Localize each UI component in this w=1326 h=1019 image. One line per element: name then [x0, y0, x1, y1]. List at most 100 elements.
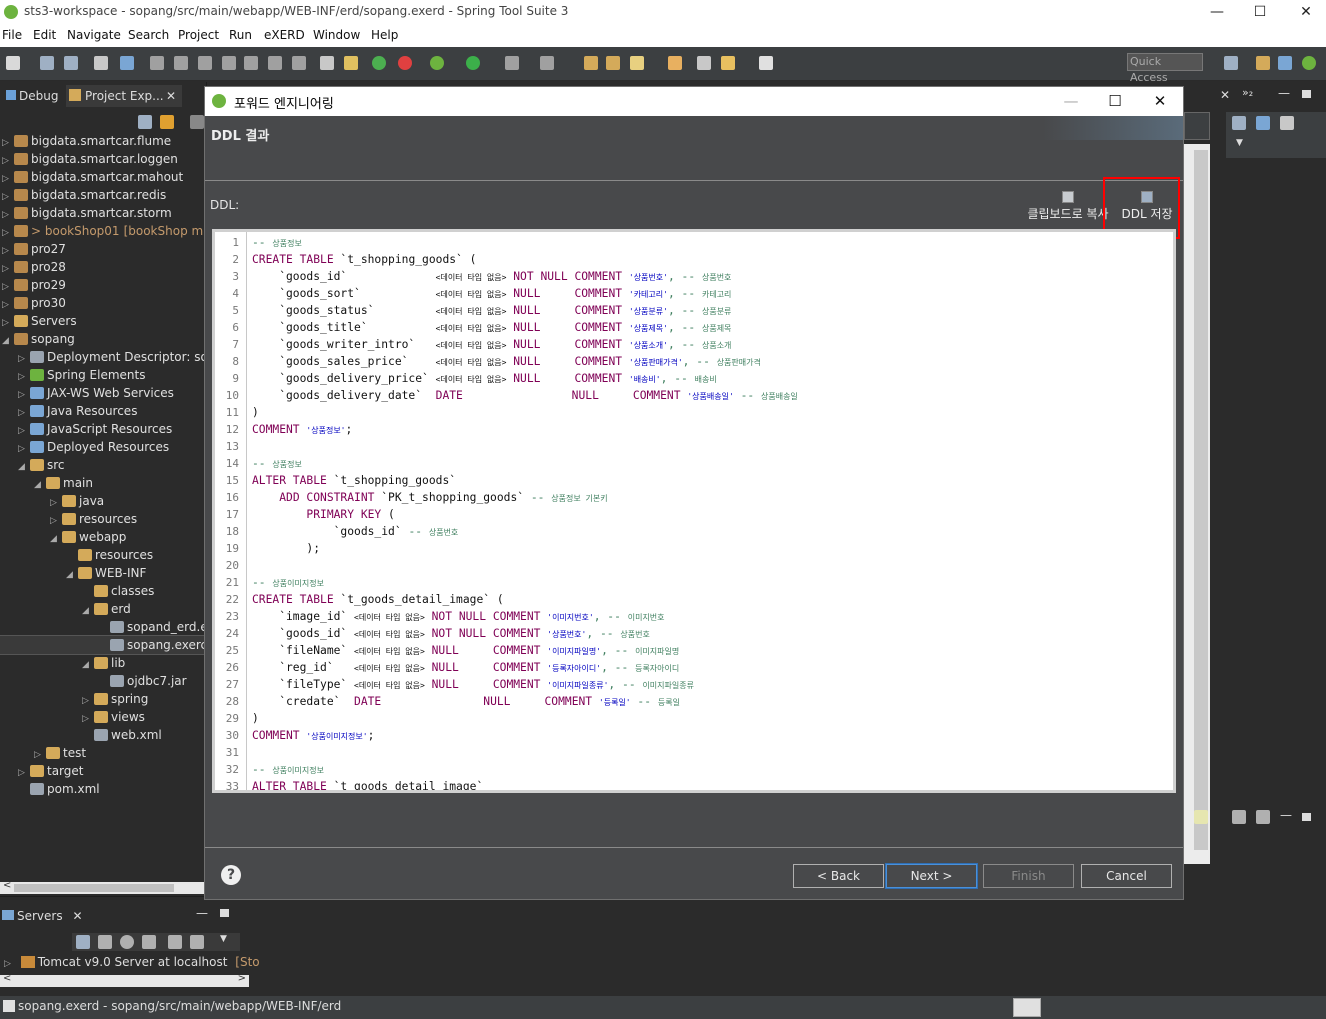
- category-icon[interactable]: [1280, 116, 1294, 130]
- tree-item[interactable]: ◢ lib: [82, 654, 125, 672]
- step-over-icon[interactable]: [268, 56, 282, 70]
- open-folder-icon[interactable]: [584, 56, 598, 70]
- tree-item[interactable]: ▷ pro29: [2, 276, 66, 294]
- java-ee-perspective-icon[interactable]: [1256, 56, 1270, 70]
- tree-item[interactable]: ▷ target: [18, 762, 84, 780]
- tree-item[interactable]: ▷ Deployment Descriptor: sop: [18, 348, 215, 366]
- terminate-icon[interactable]: [198, 56, 212, 70]
- resume-icon[interactable]: [150, 56, 164, 70]
- tree-item[interactable]: ▷ Spring Elements: [18, 366, 145, 384]
- tree-item[interactable]: ▷ pro28: [2, 258, 66, 276]
- pen-icon[interactable]: [630, 56, 644, 70]
- tree-item[interactable]: sopand_erd.e: [98, 618, 208, 636]
- chevron-down-icon[interactable]: ▼: [220, 934, 227, 944]
- next-button[interactable]: Next >: [885, 863, 978, 889]
- tree-item[interactable]: ▷ java: [50, 492, 104, 510]
- stop-server-icon[interactable]: [168, 935, 182, 949]
- menu-exerd[interactable]: eXERD: [264, 28, 305, 42]
- menu-navigate[interactable]: Navigate: [67, 28, 121, 42]
- save-icon[interactable]: [40, 56, 54, 70]
- console-icon[interactable]: [1232, 810, 1246, 824]
- collapse-arrow-icon[interactable]: ◢: [66, 566, 78, 584]
- copy-clipboard-button[interactable]: 클립보드로 복사: [1021, 191, 1115, 222]
- step-into-icon[interactable]: [244, 56, 258, 70]
- scroll-right-icon[interactable]: >: [238, 973, 246, 984]
- back-button[interactable]: < Back: [793, 864, 884, 888]
- close-button[interactable]: ✕: [1283, 0, 1326, 25]
- collapse-arrow-icon[interactable]: ◢: [34, 476, 46, 494]
- open-perspective-icon[interactable]: [1224, 56, 1238, 70]
- tree-item[interactable]: ◢ sopang: [2, 330, 75, 348]
- maximize-icon[interactable]: [1302, 813, 1311, 821]
- link-editor-icon[interactable]: [160, 115, 174, 129]
- tree-item[interactable]: ◢ WEB-INF: [66, 564, 146, 582]
- scroll-left-icon[interactable]: <: [3, 973, 11, 984]
- suspend-icon[interactable]: [174, 56, 188, 70]
- close-icon[interactable]: ✕: [72, 909, 82, 923]
- more-views-icon[interactable]: »₂: [1242, 86, 1253, 99]
- tree-item[interactable]: ◢ src: [18, 456, 65, 474]
- scroll-left-icon[interactable]: <: [3, 880, 11, 891]
- tree-item[interactable]: sopang.exerc: [0, 635, 207, 655]
- git-perspective-icon[interactable]: [1278, 56, 1292, 70]
- filter-icon[interactable]: [1256, 116, 1270, 130]
- tree-item[interactable]: ▷ resources: [50, 510, 137, 528]
- scroll-thumb[interactable]: [14, 884, 174, 892]
- disconnect-icon[interactable]: [222, 56, 236, 70]
- tree-item[interactable]: ▷ JAX-WS Web Services: [18, 384, 174, 402]
- help-icon[interactable]: ?: [221, 865, 241, 885]
- quick-access-input[interactable]: Quick Access: [1127, 53, 1203, 84]
- tree-item[interactable]: ▷ > bookShop01 [bookShop ma: [2, 222, 211, 240]
- tree-item[interactable]: ◢ erd: [82, 600, 131, 618]
- open-type-icon[interactable]: [344, 56, 358, 70]
- tree-item[interactable]: ▷ bigdata.smartcar.mahout: [2, 168, 183, 186]
- last-edit-icon[interactable]: [697, 56, 711, 70]
- tree-item[interactable]: ojdbc7.jar: [98, 672, 187, 690]
- menu-project[interactable]: Project: [178, 28, 219, 42]
- profile-server-icon[interactable]: [142, 935, 156, 949]
- ddl-text-editor[interactable]: 1 2 3 4 5 6 7 8 9 10 11 12 13 14 15 16 17 18 19 20 21 22 23 24 2…: [212, 229, 1176, 793]
- minimize-icon[interactable]: —: [196, 906, 208, 920]
- collapse-arrow-icon[interactable]: ◢: [50, 530, 62, 548]
- close-icon[interactable]: ✕: [1220, 88, 1230, 102]
- horizontal-scrollbar[interactable]: <: [0, 880, 206, 894]
- dialog-minimize-button[interactable]: —: [1048, 87, 1094, 116]
- publish-icon[interactable]: [190, 935, 204, 949]
- spring-perspective-icon[interactable]: [1302, 56, 1316, 70]
- collapse-arrow-icon[interactable]: ◢: [82, 602, 94, 620]
- tree-item[interactable]: ▷ pro30: [2, 294, 66, 312]
- cancel-button[interactable]: Cancel: [1081, 864, 1172, 888]
- collapse-arrow-icon[interactable]: ◢: [82, 656, 94, 674]
- new-icon[interactable]: [6, 56, 20, 70]
- run-icon[interactable]: [466, 56, 480, 70]
- minimize-icon[interactable]: —: [1278, 86, 1290, 100]
- dialog-maximize-button[interactable]: ☐: [1092, 87, 1138, 116]
- dialog-close-button[interactable]: ✕: [1137, 87, 1183, 116]
- progress-icon[interactable]: [1013, 998, 1041, 1017]
- tree-item[interactable]: ▷ spring: [82, 690, 148, 708]
- collapse-arrow-icon[interactable]: ◢: [18, 458, 30, 476]
- tree-item[interactable]: pom.xml: [18, 780, 100, 798]
- save-all-icon[interactable]: [64, 56, 78, 70]
- tree-item[interactable]: ▷ bigdata.smartcar.flume: [2, 132, 171, 150]
- problems-icon[interactable]: [1256, 810, 1270, 824]
- tree-item[interactable]: ▷ test: [34, 744, 86, 762]
- outline-icon[interactable]: [320, 56, 334, 70]
- tree-item[interactable]: ◢ webapp: [50, 528, 126, 546]
- expand-arrow-icon[interactable]: ▷: [4, 959, 11, 969]
- minimize-button[interactable]: —: [1194, 0, 1240, 25]
- tree-item[interactable]: ◢ main: [34, 474, 93, 492]
- menu-file[interactable]: File: [2, 28, 22, 42]
- tree-item[interactable]: classes: [82, 582, 154, 600]
- tree-item[interactable]: ▷ bigdata.smartcar.redis: [2, 186, 166, 204]
- menu-window[interactable]: Window: [313, 28, 360, 42]
- stop-icon[interactable]: [505, 56, 519, 70]
- tree-item[interactable]: ▷ pro27: [2, 240, 66, 258]
- task-icon[interactable]: [1232, 116, 1246, 130]
- tree-item[interactable]: ▷ Servers: [2, 312, 77, 330]
- collapse-all-icon[interactable]: [138, 115, 152, 129]
- tree-item[interactable]: ▷ Deployed Resources: [18, 438, 169, 456]
- finish-button[interactable]: Finish: [983, 864, 1074, 888]
- properties-icon[interactable]: [1194, 810, 1208, 824]
- back-arrow-icon[interactable]: [721, 56, 735, 70]
